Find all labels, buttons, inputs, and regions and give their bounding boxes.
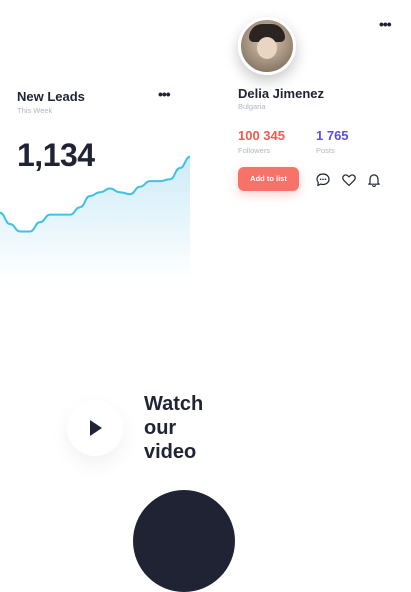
profile-more-button[interactable]: •••: [379, 16, 392, 32]
leads-area-chart: [0, 155, 190, 280]
followers-count: 100 345: [238, 128, 285, 143]
video-heading-line-3: video: [144, 441, 197, 463]
profile-country: Bulgaria: [238, 102, 266, 111]
posts-label: Posts: [316, 146, 335, 155]
avatar[interactable]: [238, 17, 296, 75]
video-heading-line-1: Watch: [144, 393, 204, 415]
leads-subtitle: This Week: [17, 106, 53, 115]
profile-name: Delia Jimenez: [238, 86, 324, 101]
posts-count: 1 765: [316, 128, 349, 143]
add-to-list-button[interactable]: Add to list: [238, 167, 299, 191]
play-video-button[interactable]: [67, 400, 123, 456]
play-icon: [90, 420, 102, 436]
video-heading-line-2: our: [144, 417, 177, 439]
heart-icon[interactable]: [341, 172, 357, 188]
leads-title: New Leads: [17, 89, 85, 104]
followers-label: Followers: [238, 146, 271, 155]
decorative-dark-circle: [133, 490, 235, 592]
chat-icon[interactable]: [315, 172, 331, 188]
bell-icon[interactable]: [366, 172, 382, 188]
chart-area-fill: [0, 156, 190, 280]
leads-more-button[interactable]: •••: [158, 86, 171, 102]
watch-video-heading: Watch our video: [144, 392, 234, 464]
